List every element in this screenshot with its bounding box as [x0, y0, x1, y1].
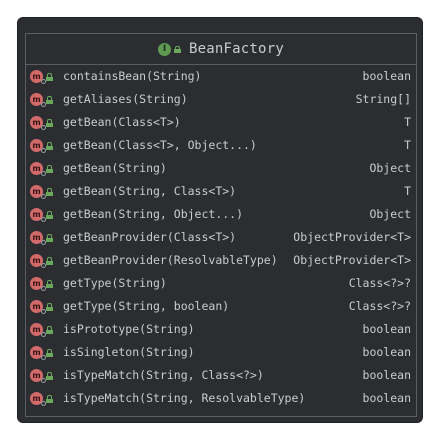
method-row[interactable]: m getType(String) Class<?>?: [26, 272, 416, 295]
method-return-type: boolean: [362, 322, 411, 336]
public-lock-icon: [46, 372, 54, 380]
method-return-type: ObjectProvider<T>: [293, 253, 411, 267]
method-row[interactable]: m getBean(Class<T>, Object...) T: [26, 134, 416, 157]
public-lock-icon: [46, 349, 54, 357]
method-return-type: T: [404, 115, 411, 129]
method-row[interactable]: m getBeanProvider(Class<T>) ObjectProvider…: [26, 226, 416, 249]
method-signature: getBeanProvider(Class<T>): [63, 230, 237, 244]
abstract-method-icon: m: [30, 231, 46, 245]
public-lock-icon: [46, 257, 54, 265]
public-lock-icon: [46, 395, 54, 403]
public-lock-icon: [46, 73, 54, 81]
uml-diagram-panel: I BeanFactory m containsBean(String) boole…: [18, 18, 422, 422]
abstract-method-icon: m: [30, 70, 46, 84]
method-row[interactable]: m getBean(Class<T>) T: [26, 111, 416, 134]
method-signature: isTypeMatch(String, ResolvableType): [63, 391, 306, 405]
method-return-type: Object: [369, 161, 411, 175]
public-lock-icon: [46, 142, 54, 150]
method-signature: isSingleton(String): [63, 345, 195, 359]
method-return-type: boolean: [362, 368, 411, 382]
method-signature: getType(String): [63, 276, 167, 290]
method-return-type: boolean: [362, 345, 411, 359]
method-row[interactable]: m getBean(String, Object...) Object: [26, 203, 416, 226]
method-return-type: T: [404, 184, 411, 198]
abstract-method-icon: m: [30, 392, 46, 406]
method-row[interactable]: m isTypeMatch(String, ResolvableType) bool…: [26, 387, 416, 410]
public-lock-icon: [46, 280, 54, 288]
class-node[interactable]: I BeanFactory m containsBean(String) boole…: [25, 33, 417, 417]
method-row[interactable]: m getBean(String) Object: [26, 157, 416, 180]
method-signature: getBeanProvider(ResolvableType): [63, 253, 278, 267]
method-return-type: String[]: [355, 92, 411, 106]
abstract-method-icon: m: [30, 254, 46, 268]
abstract-method-icon: m: [30, 323, 46, 337]
abstract-method-icon: m: [30, 277, 46, 291]
method-row[interactable]: m getBeanProvider(ResolvableType) ObjectPr…: [26, 249, 416, 272]
method-row[interactable]: m getAliases(String) String[]: [26, 88, 416, 111]
method-row[interactable]: m isTypeMatch(String, Class<?>) boolean: [26, 364, 416, 387]
method-signature: containsBean(String): [63, 69, 202, 83]
method-row[interactable]: m getType(String, boolean) Class<?>?: [26, 295, 416, 318]
method-signature: getBean(String): [63, 161, 167, 175]
public-lock-icon: [46, 303, 54, 311]
method-return-type: Class<?>?: [348, 276, 411, 290]
public-lock-icon: [46, 211, 54, 219]
method-list: m containsBean(String) boolean m getAliases(…: [26, 65, 416, 410]
abstract-method-icon: m: [30, 369, 46, 383]
method-signature: getBean(Class<T>): [63, 115, 181, 129]
abstract-method-icon: m: [30, 185, 46, 199]
method-row[interactable]: m containsBean(String) boolean: [26, 65, 416, 88]
method-return-type: boolean: [362, 391, 411, 405]
abstract-method-icon: m: [30, 300, 46, 314]
method-signature: getBean(Class<T>, Object...): [63, 138, 257, 152]
method-return-type: boolean: [362, 69, 411, 83]
method-signature: isPrototype(String): [63, 322, 195, 336]
method-row[interactable]: m isPrototype(String) boolean: [26, 318, 416, 341]
public-lock-icon: [46, 234, 54, 242]
interface-icon: I: [158, 42, 172, 56]
public-lock-icon: [46, 165, 54, 173]
method-signature: getBean(String, Class<T>): [63, 184, 237, 198]
abstract-method-icon: m: [30, 208, 46, 222]
method-return-type: T: [404, 138, 411, 152]
method-return-type: ObjectProvider<T>: [293, 230, 411, 244]
abstract-method-icon: m: [30, 346, 46, 360]
abstract-method-icon: m: [30, 116, 46, 130]
method-signature: getBean(String, Object...): [63, 207, 244, 221]
class-node-header[interactable]: I BeanFactory: [26, 34, 416, 65]
method-signature: isTypeMatch(String, Class<?>): [63, 368, 264, 382]
method-signature: getType(String, boolean): [63, 299, 230, 313]
method-signature: getAliases(String): [63, 92, 188, 106]
method-return-type: Class<?>?: [348, 299, 411, 313]
public-lock-icon: [46, 188, 54, 196]
method-row[interactable]: m isSingleton(String) boolean: [26, 341, 416, 364]
abstract-method-icon: m: [30, 93, 46, 107]
public-lock-icon: [46, 326, 54, 334]
method-return-type: Object: [369, 207, 411, 221]
class-name: BeanFactory: [189, 41, 284, 57]
public-lock-icon: [46, 119, 54, 127]
abstract-method-icon: m: [30, 162, 46, 176]
method-row[interactable]: m getBean(String, Class<T>) T: [26, 180, 416, 203]
public-lock-icon: [46, 96, 54, 104]
public-lock-icon: [174, 45, 182, 53]
abstract-method-icon: m: [30, 139, 46, 153]
